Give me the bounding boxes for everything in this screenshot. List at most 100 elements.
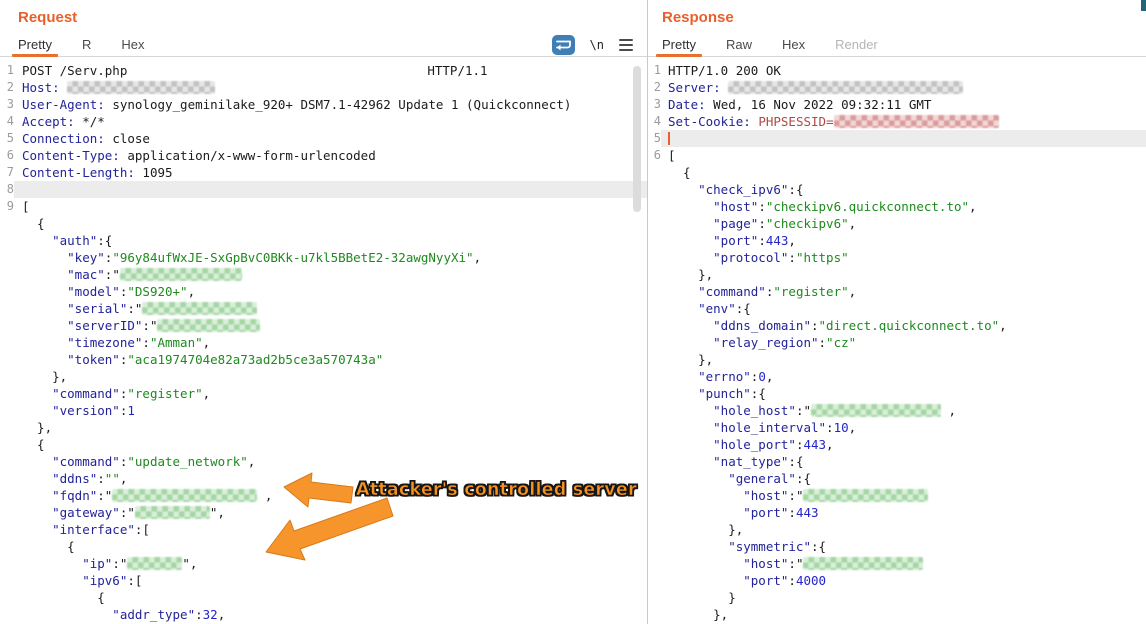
line-number — [648, 555, 661, 572]
request-toolbar: \n — [552, 33, 633, 57]
line-number — [648, 504, 661, 521]
redacted-value — [803, 557, 923, 570]
line-number — [648, 334, 661, 351]
code-line: "punch":{ — [648, 385, 1146, 402]
line-number — [0, 300, 14, 317]
line-number — [648, 249, 661, 266]
line-number — [648, 368, 661, 385]
code-line: "page":"checkipv6", — [648, 215, 1146, 232]
line-number: 1 — [648, 62, 661, 79]
tab-raw[interactable]: Raw — [726, 37, 752, 52]
line-number — [648, 589, 661, 606]
code-line: } — [648, 589, 1146, 606]
line-number — [0, 249, 14, 266]
response-panel: Response Pretty Raw Hex Render 1HTTP/1.0 20… — [648, 0, 1146, 624]
line-number — [0, 266, 14, 283]
line-number — [0, 283, 14, 300]
line-number — [0, 606, 14, 623]
line-number — [0, 351, 14, 368]
code-line: "model":"DS920+", — [0, 283, 647, 300]
code-line: "timezone":"Amman", — [0, 334, 647, 351]
line-number — [0, 402, 14, 419]
code-line: 7Content-Length: 1095 — [0, 164, 647, 181]
redacted-value — [135, 506, 210, 519]
line-number: 9 — [0, 198, 14, 215]
line-number: 5 — [0, 130, 14, 147]
redacted-value — [728, 81, 963, 94]
line-number: 5 — [648, 130, 661, 147]
line-number: 3 — [648, 96, 661, 113]
line-number — [0, 215, 14, 232]
redacted-value — [803, 489, 928, 502]
line-number — [648, 181, 661, 198]
line-number: 6 — [0, 147, 14, 164]
line-number: 7 — [0, 164, 14, 181]
line-number: 1 — [0, 62, 14, 79]
code-line: "hole_host":" , — [648, 402, 1146, 419]
tab-pretty[interactable]: Pretty — [662, 37, 696, 52]
code-line: 1POST /Serv.phpHTTP/1.1 — [0, 62, 647, 79]
request-scrollbar-thumb[interactable] — [633, 66, 641, 212]
line-number — [648, 317, 661, 334]
code-line: }, — [648, 521, 1146, 538]
tab-r[interactable]: R — [82, 37, 91, 52]
menu-icon[interactable] — [619, 39, 633, 51]
line-number — [0, 538, 14, 555]
newline-toggle-button[interactable]: \n — [590, 38, 604, 52]
code-line: 6[ — [648, 147, 1146, 164]
code-line: "serial":" — [0, 300, 647, 317]
line-number — [648, 351, 661, 368]
request-panel: Request PrettyRHex \n 1POST /Serv.phpHTT… — [0, 0, 648, 624]
code-line: "protocol":"https" — [648, 249, 1146, 266]
code-line: "ipv6":[ — [0, 572, 647, 589]
code-line: "check_ipv6":{ — [648, 181, 1146, 198]
line-number — [0, 521, 14, 538]
request-editor[interactable]: 1POST /Serv.phpHTTP/1.12Host: 3User-Agen… — [0, 62, 647, 624]
code-line: "interface":[ — [0, 521, 647, 538]
code-line: { — [0, 215, 647, 232]
code-line: }, — [648, 266, 1146, 283]
response-editor[interactable]: 1HTTP/1.0 200 OK2Server: 3Date: Wed, 16 … — [648, 62, 1146, 624]
code-line: 1HTTP/1.0 200 OK — [648, 62, 1146, 79]
code-line: 5Connection: close — [0, 130, 647, 147]
line-number — [0, 334, 14, 351]
line-number — [648, 300, 661, 317]
code-line: "auth":{ — [0, 232, 647, 249]
redacted-value — [834, 115, 999, 128]
code-line: 9[ — [0, 198, 647, 215]
word-wrap-toggle-button[interactable] — [552, 35, 575, 55]
text-cursor — [668, 132, 670, 145]
code-line: "ddns_domain":"direct.quickconnect.to", — [648, 317, 1146, 334]
code-line: "hole_port":443, — [648, 436, 1146, 453]
line-number: 2 — [648, 79, 661, 96]
code-line: 3User-Agent: synology_geminilake_920+ DS… — [0, 96, 647, 113]
request-tabbar: Pretty R Hex — [0, 33, 647, 57]
response-panel-title: Response — [662, 9, 734, 26]
tab-pretty[interactable]: Pretty — [18, 37, 52, 52]
line-number — [0, 555, 14, 572]
code-line: "ip":"", — [0, 555, 647, 572]
line-number — [0, 419, 14, 436]
line-number — [648, 385, 661, 402]
line-number — [0, 385, 14, 402]
line-number — [648, 521, 661, 538]
window-corner-fragment — [1141, 0, 1146, 11]
line-number — [648, 283, 661, 300]
code-line: 5 — [648, 130, 1146, 147]
tab-render[interactable]: Render — [835, 37, 878, 52]
tab-hex[interactable]: Hex — [121, 37, 144, 52]
tab-hex[interactable]: Hex — [782, 37, 805, 52]
code-line: }, — [0, 368, 647, 385]
line-number — [0, 453, 14, 470]
line-number — [0, 470, 14, 487]
redacted-value — [127, 557, 182, 570]
code-line: "token":"aca1974704e82a73ad2b5ce3a570743… — [0, 351, 647, 368]
code-line: "key":"96y84ufWxJE-SxGpBvC0BKk-u7kl5BBet… — [0, 249, 647, 266]
code-line: "symmetric":{ — [648, 538, 1146, 555]
spacer — [127, 64, 427, 77]
annotation-text: Attacker's controlled server — [356, 480, 637, 500]
code-line: "gateway":"", — [0, 504, 647, 521]
line-number — [0, 589, 14, 606]
line-number: 4 — [648, 113, 661, 130]
line-number — [648, 419, 661, 436]
